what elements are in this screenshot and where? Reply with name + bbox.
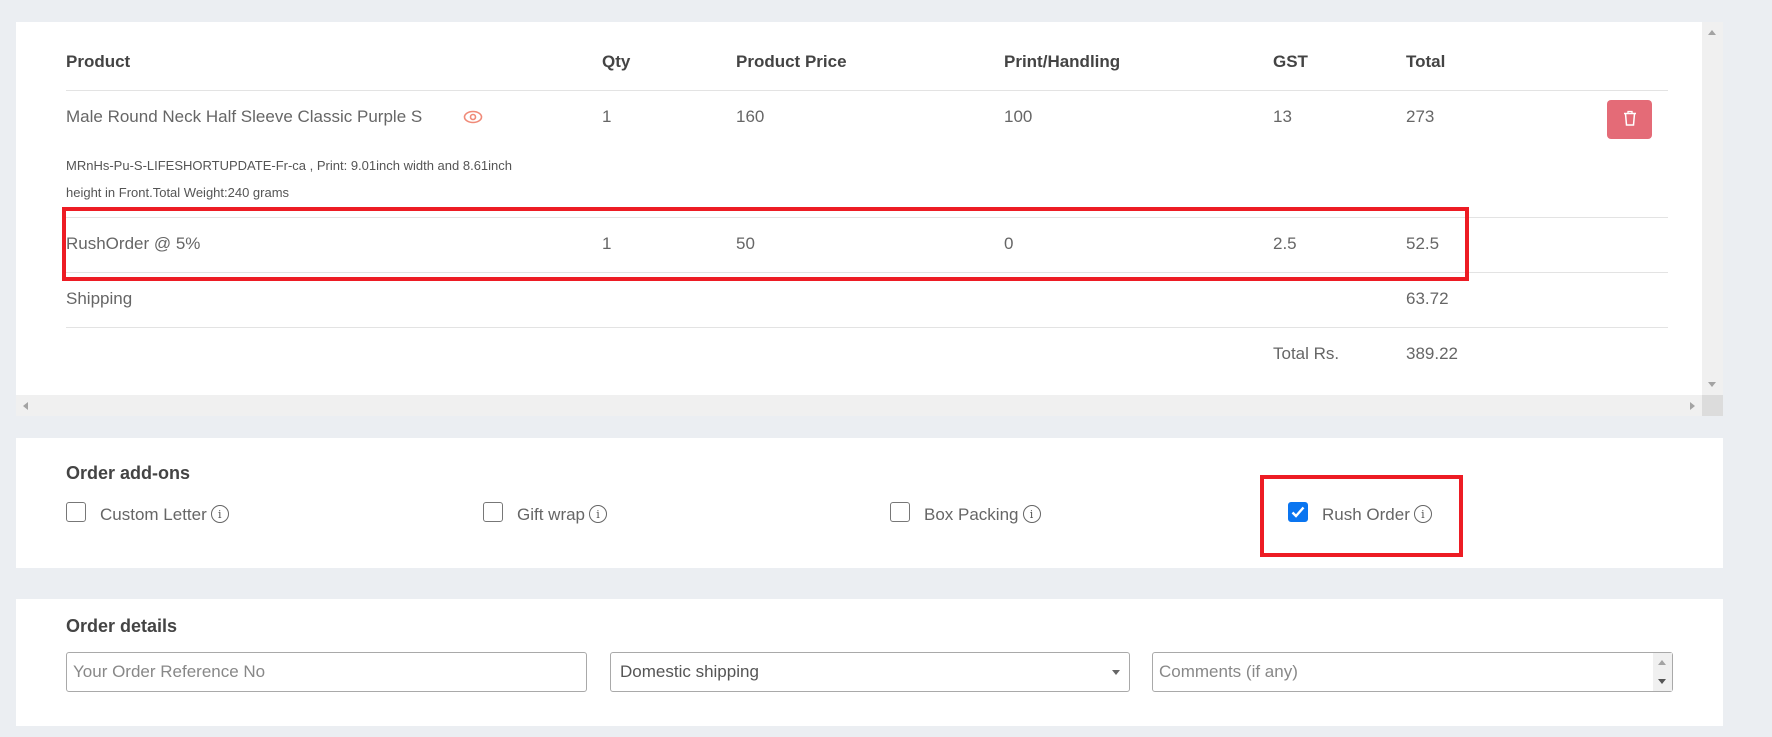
product-qty: 1 [602,107,612,126]
shipping-label: Shipping [66,289,133,308]
product-print-handling: 100 [1004,107,1033,126]
row-divider [66,217,1668,218]
column-header-gst: GST [1273,52,1308,71]
addons-title: Order add-ons [66,463,191,483]
checkmark-icon [1291,506,1305,518]
scroll-down-arrow-icon[interactable] [1708,382,1716,387]
rush-order-label: Rush Order [1322,505,1410,524]
addon-box-packing[interactable]: Box Packing i [890,502,1041,524]
rush-order-total: 52.5 [1406,234,1440,253]
shipping-total: 63.72 [1406,289,1449,308]
comments-textarea[interactable] [1159,653,1672,691]
custom-letter-checkbox[interactable] [66,502,86,522]
chevron-down-icon [1112,670,1120,675]
horizontal-scrollbar[interactable] [16,395,1702,416]
addon-custom-letter[interactable]: Custom Letter i [66,502,229,524]
product-description-line-2: height in Front.Total Weight:240 grams [66,185,290,200]
column-header-total: Total [1406,52,1446,71]
comments-scrollbar[interactable] [1653,653,1672,691]
comments-field[interactable] [1152,652,1673,692]
column-header-print-handling: Print/Handling [1004,52,1121,71]
scroll-right-arrow-icon[interactable] [1690,402,1695,410]
row-divider [66,272,1668,273]
column-header-product-price: Product Price [736,52,847,71]
product-name: Male Round Neck Half Sleeve Classic Purp… [66,107,423,126]
box-packing-checkbox[interactable] [890,502,910,522]
scroll-up-arrow-icon[interactable] [1708,30,1716,35]
product-total: 273 [1406,107,1435,126]
order-details-panel: Order details Domestic shipping [16,599,1723,726]
custom-letter-label: Custom Letter [100,505,207,524]
scroll-left-arrow-icon[interactable] [23,402,28,410]
info-icon[interactable]: i [210,505,229,523]
row-divider [66,327,1668,328]
scrollbar-corner [1702,395,1723,416]
column-header-qty: Qty [602,52,631,71]
header-divider [66,90,1668,91]
product-description-line-1: MRnHs-Pu-S-LIFESHORTUPDATE-Fr-ca , Print… [66,158,512,173]
order-reference-field[interactable] [66,652,587,692]
grand-total-label: Total Rs. [1273,344,1340,363]
addon-gift-wrap[interactable]: Gift wrap i [483,502,608,524]
column-header-product: Product [66,52,131,71]
info-icon[interactable]: i [1022,505,1041,523]
details-title: Order details [66,616,178,636]
eye-icon[interactable] [463,110,483,129]
delete-item-button[interactable] [1607,100,1652,139]
product-price: 160 [736,107,765,126]
order-addons-panel: Order add-ons Custom Letter i Gift wrap … [16,438,1723,568]
rush-order-qty: 1 [602,234,612,253]
box-packing-label: Box Packing [924,505,1019,524]
grand-total-value: 389.22 [1406,344,1458,363]
info-icon[interactable]: i [1413,505,1432,523]
cart-table-panel: Product Qty Product Price Print/Handling… [16,22,1702,395]
scroll-up-arrow-icon[interactable] [1658,660,1666,665]
rush-order-print-handling: 0 [1004,234,1014,253]
gift-wrap-label: Gift wrap [517,505,586,524]
trash-icon [1623,110,1637,129]
shipping-type-selected: Domestic shipping [620,662,759,681]
vertical-scrollbar[interactable] [1702,22,1723,395]
gift-wrap-checkbox[interactable] [483,502,503,522]
rush-order-gst: 2.5 [1273,234,1297,253]
product-gst: 13 [1273,107,1292,126]
rush-order-checkbox[interactable] [1288,502,1308,522]
scroll-down-arrow-icon[interactable] [1658,679,1666,684]
order-reference-input[interactable] [73,662,586,682]
addon-rush-order[interactable]: Rush Order i [1288,502,1432,524]
shipping-type-select[interactable]: Domestic shipping [610,652,1130,692]
info-icon[interactable]: i [589,505,608,523]
rush-order-price: 50 [736,234,755,253]
rush-order-name: RushOrder @ 5% [66,234,201,253]
